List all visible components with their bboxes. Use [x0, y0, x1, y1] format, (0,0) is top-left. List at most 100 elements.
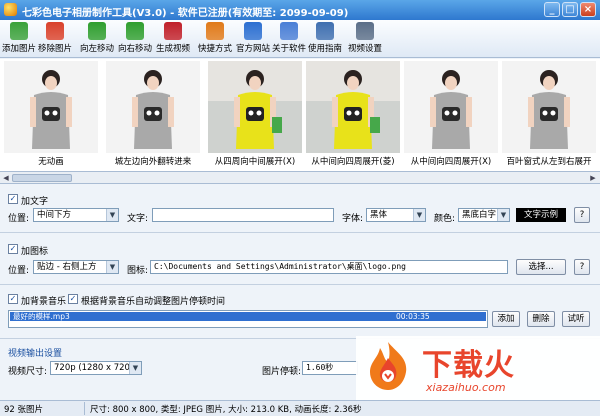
- app-icon: [4, 3, 17, 16]
- image-count: 92 张图片: [4, 405, 44, 415]
- thumbnail-caption: 百叶窗式从左到右展开: [506, 157, 592, 167]
- music-list[interactable]: 最好的模样.mp3 00:03:35: [8, 310, 488, 328]
- thumbnail-image[interactable]: [4, 61, 98, 153]
- track-name: 最好的模样.mp3: [13, 312, 70, 321]
- color-select[interactable]: 黑底白字 ▼: [458, 208, 510, 222]
- logo-path-label: 图标:: [127, 266, 149, 276]
- logo-help-button[interactable]: ?: [574, 259, 590, 275]
- scrollbar-thumb[interactable]: [12, 174, 72, 182]
- divider: [0, 284, 600, 285]
- toolbar-button-9[interactable]: 视频设置: [348, 22, 382, 54]
- toolbar-button-3[interactable]: 向右移动: [118, 22, 152, 54]
- text-help-button[interactable]: ?: [574, 207, 590, 223]
- logo-position-value: 贴边 - 右侧上方: [37, 262, 97, 272]
- toolbar-button-4[interactable]: 生成视频: [156, 22, 190, 54]
- listen-music-button[interactable]: 试听: [562, 311, 590, 327]
- toolbar-button-6[interactable]: 官方网站: [236, 22, 270, 54]
- toolbar-button-label: 快捷方式: [198, 44, 233, 54]
- track-duration: 00:03:35: [396, 312, 430, 321]
- auto-adjust-checkbox[interactable]: ✓: [68, 294, 78, 304]
- toolbar-button-7[interactable]: 关于软件: [272, 22, 306, 54]
- font-label: 字体:: [342, 214, 364, 224]
- chevron-down-icon: ▼: [106, 209, 118, 221]
- watermark-text: 下载火: [422, 348, 515, 383]
- watermark-url: xiazaihuo.com: [426, 381, 506, 394]
- toolbar-button-8[interactable]: 使用指南: [308, 22, 342, 54]
- font-value: 黑体: [370, 210, 388, 220]
- text-position-label: 位置:: [8, 214, 30, 224]
- add-logo-label: 加图标: [21, 247, 49, 257]
- thumbnail-image[interactable]: [106, 61, 200, 153]
- logo-position-select[interactable]: 贴边 - 右侧上方 ▼: [33, 260, 119, 274]
- arrow-left-icon: [88, 22, 106, 40]
- chevron-down-icon: ▼: [413, 209, 425, 221]
- close-button[interactable]: ×: [580, 2, 596, 17]
- delete-music-button[interactable]: 删除: [527, 311, 555, 327]
- toolbar-button-1[interactable]: 移除图片: [38, 22, 72, 54]
- font-select[interactable]: 黑体 ▼: [366, 208, 426, 222]
- add-music-button[interactable]: 添加: [492, 311, 520, 327]
- choose-logo-button[interactable]: 选择...: [516, 259, 566, 275]
- thumbnail-caption: 从四周向中间展开(X): [214, 157, 296, 167]
- film-icon: [164, 22, 182, 40]
- add-text-checkbox[interactable]: ✓: [8, 194, 18, 204]
- video-output-header: 视频输出设置: [8, 349, 63, 359]
- text-input[interactable]: [152, 208, 334, 222]
- window-title: 七彩色电子相册制作工具(V3.0) - 软件已注册(有效期至: 2099-09-…: [22, 8, 349, 19]
- add-music-label: 加背景音乐: [21, 297, 67, 307]
- toolbar-button-label: 向右移动: [118, 44, 153, 54]
- add-text-label: 加文字: [21, 197, 49, 207]
- toolbar-button-2[interactable]: 向左移动: [80, 22, 114, 54]
- toolbar-button-label: 关于软件: [272, 44, 307, 54]
- thumbnail-scrollbar[interactable]: ◀ ▶: [0, 172, 600, 184]
- thumbnail-image[interactable]: [502, 61, 596, 153]
- thumbnail-image[interactable]: [208, 61, 302, 153]
- info-icon: [280, 22, 298, 40]
- chevron-down-icon: ▼: [106, 261, 118, 273]
- toolbar-button-label: 官方网站: [236, 44, 271, 54]
- video-size-value: 720p (1280 x 720): [54, 363, 134, 373]
- thumbnail-caption: 从中间向四周展开(X): [410, 157, 492, 167]
- divider: [0, 232, 600, 233]
- text-label: 文字:: [127, 214, 149, 224]
- add-music-checkbox[interactable]: ✓: [8, 294, 18, 304]
- color-value: 黑底白字: [462, 210, 497, 220]
- text-position-select[interactable]: 中间下方 ▼: [33, 208, 119, 222]
- thumbnail-caption: 城左边向外翻转进来: [114, 157, 192, 167]
- image-pause-input[interactable]: 1.60秒: [302, 361, 358, 375]
- toolbar-button-label: 移除图片: [38, 44, 73, 54]
- toolbar-button-label: 视频设置: [348, 44, 383, 54]
- toolbar-button-label: 生成视频: [156, 44, 191, 54]
- add-image-icon: [10, 22, 28, 40]
- scroll-right-icon[interactable]: ▶: [588, 173, 598, 183]
- thumbnail-image[interactable]: [306, 61, 400, 153]
- minimize-button[interactable]: _: [544, 2, 560, 17]
- color-label: 颜色:: [434, 214, 456, 224]
- toolbar-button-5[interactable]: 快捷方式: [198, 22, 232, 54]
- maximize-button[interactable]: □: [562, 2, 578, 17]
- toolbar-button-label: 向左移动: [80, 44, 115, 54]
- video-size-select[interactable]: 720p (1280 x 720) ▼: [50, 361, 142, 375]
- music-list-item[interactable]: 最好的模样.mp3 00:03:35: [10, 312, 486, 321]
- toolbar: 添加图片 移除图片 向左移动 向右移动 生成视频 快捷方式 官方网站 关于软件 使用指南 视频设置: [0, 20, 600, 58]
- globe-icon: [244, 22, 262, 40]
- text-sample-preview: 文字示例: [516, 208, 566, 222]
- image-info: 尺寸: 800 x 800, 类型: JPEG 图片, 大小: 213.0 KB…: [90, 405, 362, 415]
- toolbar-button-label: 使用指南: [308, 44, 343, 54]
- watermark: 下载火 xiazaihuo.com: [356, 336, 600, 400]
- status-divider: [84, 402, 85, 415]
- thumbnail-caption: 无动画: [38, 157, 64, 167]
- title-bar[interactable]: 七彩色电子相册制作工具(V3.0) - 软件已注册(有效期至: 2099-09-…: [0, 0, 600, 20]
- chevron-down-icon: ▼: [497, 209, 509, 221]
- logo-position-label: 位置:: [8, 266, 30, 276]
- thumbnail-image[interactable]: [404, 61, 498, 153]
- app-window: 七彩色电子相册制作工具(V3.0) - 软件已注册(有效期至: 2099-09-…: [0, 0, 600, 416]
- thumbnail-strip[interactable]: 无动画 城左边向外翻转进来 从四周向中间展开(X) 从中间向四周展开(菱) 从中间向四周…: [0, 59, 600, 172]
- logo-path-input[interactable]: C:\Documents and Settings\Administrator\…: [150, 260, 508, 274]
- toolbar-button-label: 添加图片: [2, 44, 37, 54]
- auto-adjust-label: 根据背景音乐自动调整图片停顿时间: [81, 297, 226, 307]
- toolbar-button-0[interactable]: 添加图片: [2, 22, 36, 54]
- add-logo-checkbox[interactable]: ✓: [8, 244, 18, 254]
- scroll-left-icon[interactable]: ◀: [1, 173, 11, 183]
- remove-image-icon: [46, 22, 64, 40]
